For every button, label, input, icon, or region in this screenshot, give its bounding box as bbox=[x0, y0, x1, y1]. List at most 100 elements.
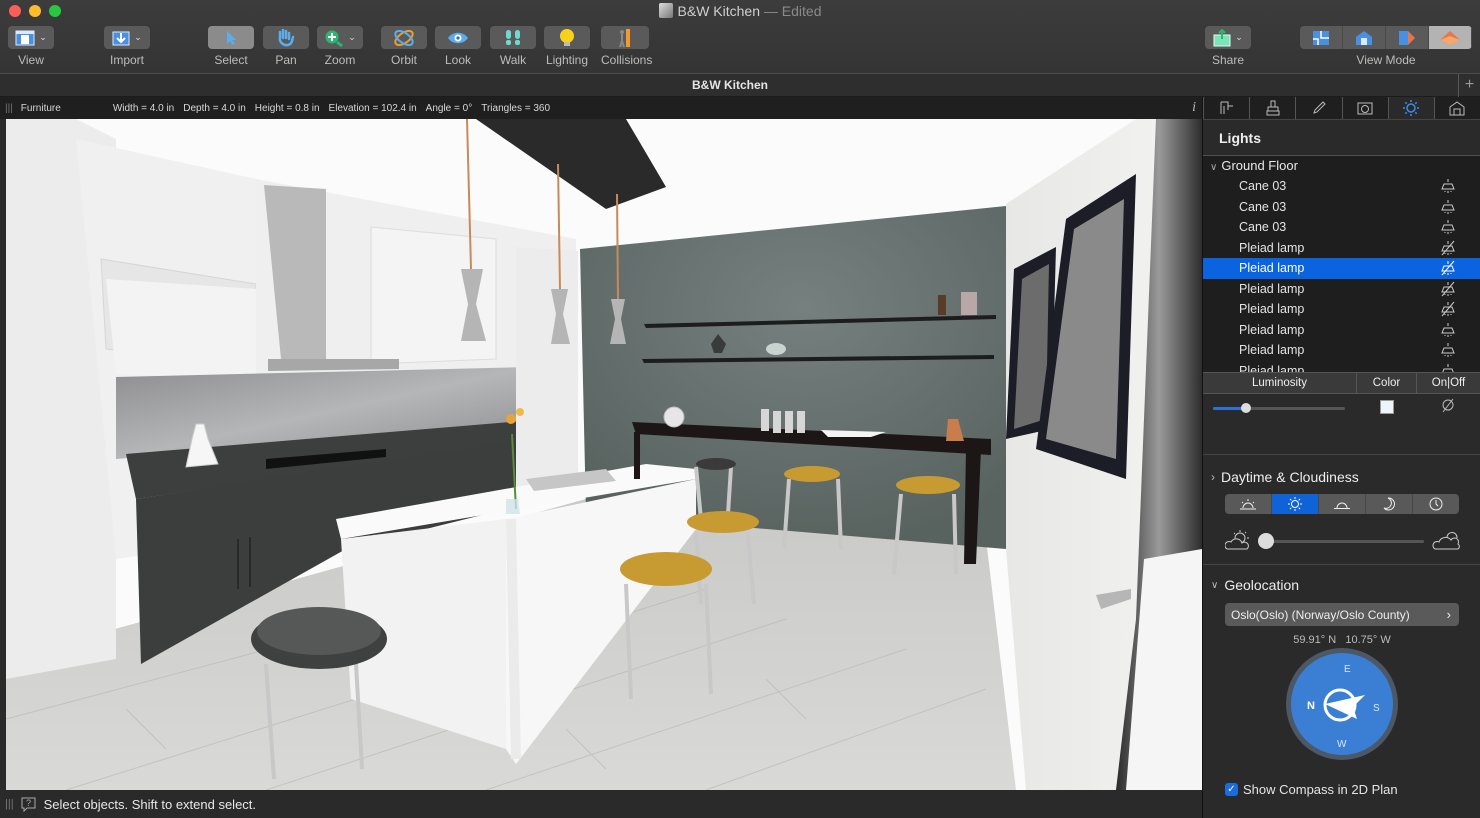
light-name: Pleiad lamp bbox=[1239, 240, 1305, 255]
compass-dial[interactable]: N E S W bbox=[1285, 647, 1399, 761]
zoom-tool-button[interactable]: ⌄ Zoom bbox=[317, 26, 363, 67]
ceiling-lamp-on-icon[interactable] bbox=[1440, 363, 1456, 373]
light-list-item[interactable]: Pleiad lamp bbox=[1203, 279, 1480, 300]
house-icon bbox=[1449, 101, 1465, 116]
share-button[interactable]: ⌄ Share bbox=[1205, 26, 1251, 67]
chevron-down-icon: ⌄ bbox=[39, 32, 47, 42]
select-tool-button[interactable]: Select bbox=[208, 26, 254, 67]
eye-icon bbox=[448, 32, 468, 43]
ceiling-lamp-on-icon[interactable] bbox=[1440, 219, 1456, 235]
inspector-tabs bbox=[1203, 97, 1480, 120]
drag-grip-icon[interactable]: ||| bbox=[5, 103, 13, 114]
ceiling-lamp-on-icon[interactable] bbox=[1440, 342, 1456, 358]
tab-materials[interactable] bbox=[1249, 97, 1295, 119]
walk-tool-button[interactable]: Walk bbox=[490, 26, 536, 67]
tab-furniture[interactable] bbox=[1203, 97, 1249, 119]
lights-tree[interactable]: ∨ Ground Floor Cane 03 Cane 03 Cane 03 Pleia… bbox=[1203, 156, 1480, 372]
view-mode-2d-plan[interactable] bbox=[1300, 26, 1343, 49]
tree-group-ground-floor[interactable]: ∨ Ground Floor bbox=[1203, 156, 1480, 176]
light-color-swatch[interactable] bbox=[1380, 400, 1394, 414]
cloudy-icon bbox=[1432, 531, 1460, 550]
ceiling-lamp-off-icon[interactable] bbox=[1440, 260, 1456, 276]
clock-icon bbox=[1429, 497, 1443, 511]
light-list-item[interactable]: Pleiad lamp bbox=[1203, 299, 1480, 320]
tab-camera[interactable] bbox=[1341, 97, 1388, 119]
view-button[interactable]: ⌄ View bbox=[8, 26, 54, 67]
light-off-icon[interactable] bbox=[1440, 398, 1456, 414]
share-icon bbox=[1213, 28, 1231, 46]
light-name: Pleiad lamp bbox=[1239, 261, 1305, 276]
help-bubble-icon[interactable]: ? bbox=[20, 796, 38, 812]
geolocation-section-toggle[interactable]: ∨ Geolocation bbox=[1211, 577, 1299, 593]
cloudiness-slider-knob[interactable] bbox=[1258, 533, 1274, 549]
compass-east-label: E bbox=[1344, 664, 1351, 675]
light-list-item[interactable]: Pleiad lamp bbox=[1203, 340, 1480, 361]
location-picker-button[interactable]: Oslo(Oslo) (Norway/Oslo County) › bbox=[1225, 603, 1459, 626]
ceiling-lamp-on-icon[interactable] bbox=[1440, 322, 1456, 338]
svg-text:?: ? bbox=[26, 798, 31, 808]
compass-south-label: S bbox=[1373, 703, 1380, 714]
document-icon bbox=[658, 3, 673, 18]
tab-lights[interactable] bbox=[1387, 97, 1434, 119]
view-mode-3d[interactable] bbox=[1429, 26, 1472, 49]
pan-tool-button[interactable]: Pan bbox=[263, 26, 309, 67]
show-compass-checkbox[interactable]: ✓ Show Compass in 2D Plan bbox=[1225, 782, 1398, 797]
sun-icon bbox=[1403, 100, 1420, 116]
partly-sunny-icon bbox=[1225, 530, 1249, 550]
chevron-down-icon: ⌄ bbox=[134, 32, 142, 42]
view-mode-split[interactable] bbox=[1386, 26, 1429, 49]
3d-viewport[interactable] bbox=[6, 119, 1202, 790]
luminosity-slider[interactable] bbox=[1213, 403, 1345, 413]
info-width: Width = 4.0 in bbox=[112, 102, 175, 114]
ceiling-lamp-on-icon[interactable] bbox=[1440, 178, 1456, 194]
tab-building[interactable] bbox=[1433, 97, 1480, 119]
ceiling-lamp-off-icon[interactable] bbox=[1440, 281, 1456, 297]
light-list-item[interactable]: Pleiad lamp bbox=[1203, 258, 1480, 279]
daytime-custom-time[interactable] bbox=[1413, 494, 1459, 514]
split-view-icon bbox=[1399, 30, 1415, 45]
ceiling-lamp-on-icon[interactable] bbox=[1440, 199, 1456, 215]
tab-edit[interactable] bbox=[1295, 97, 1341, 119]
daytime-sunrise[interactable] bbox=[1225, 494, 1272, 514]
ceiling-lamp-off-icon[interactable] bbox=[1440, 240, 1456, 256]
light-list-item[interactable]: Pleiad lamp bbox=[1203, 238, 1480, 259]
light-list-item[interactable]: Cane 03 bbox=[1203, 197, 1480, 218]
look-tool-button[interactable]: Look bbox=[435, 26, 481, 67]
sun-icon bbox=[1288, 497, 1302, 511]
lighting-tool-button[interactable]: Lighting bbox=[544, 26, 590, 67]
status-bar: ||| ? Select objects. Shift to extend se… bbox=[0, 790, 1202, 818]
view-mode-elevation[interactable] bbox=[1343, 26, 1386, 49]
window-titlebar: B&W Kitchen — Edited ⌄ View ⌄ Import Sel… bbox=[0, 0, 1480, 73]
import-button[interactable]: ⌄ Import bbox=[104, 26, 150, 67]
cursor-arrow-icon bbox=[227, 30, 236, 45]
info-triangles: Triangles = 360 bbox=[481, 102, 551, 114]
daytime-night[interactable] bbox=[1366, 494, 1413, 514]
daytime-section-toggle[interactable]: › Daytime & Cloudiness bbox=[1211, 469, 1359, 485]
light-name: Pleiad lamp bbox=[1239, 281, 1305, 296]
chevron-right-icon: › bbox=[1211, 470, 1215, 484]
light-list-item[interactable]: Cane 03 bbox=[1203, 217, 1480, 238]
cloudiness-slider[interactable] bbox=[1258, 533, 1424, 549]
ceiling-lamp-off-icon[interactable] bbox=[1440, 301, 1456, 317]
chevron-right-icon: › bbox=[1446, 607, 1451, 622]
daytime-mode-segmented-control bbox=[1225, 494, 1459, 514]
footprints-icon bbox=[506, 29, 520, 45]
hand-icon bbox=[278, 28, 295, 46]
checkmark-icon: ✓ bbox=[1225, 783, 1238, 796]
orbit-tool-button[interactable]: Orbit bbox=[381, 26, 427, 67]
luminosity-slider-knob[interactable] bbox=[1241, 403, 1251, 413]
collisions-toggle-button[interactable]: Collisions bbox=[601, 26, 652, 67]
column-luminosity: Luminosity bbox=[1203, 373, 1357, 393]
add-tab-button[interactable]: + bbox=[1458, 74, 1480, 97]
sunrise-icon bbox=[1240, 499, 1256, 510]
document-tab[interactable]: B&W Kitchen bbox=[0, 78, 1460, 92]
daytime-sunset[interactable] bbox=[1319, 494, 1366, 514]
collision-wall-icon bbox=[619, 28, 630, 47]
daytime-day[interactable] bbox=[1272, 494, 1319, 514]
drag-grip-icon[interactable]: ||| bbox=[5, 798, 14, 810]
light-list-item[interactable]: Cane 03 bbox=[1203, 176, 1480, 197]
light-list-item[interactable]: Pleiad lamp bbox=[1203, 361, 1480, 373]
info-icon[interactable]: i bbox=[1192, 100, 1196, 116]
chevron-down-icon: ∨ bbox=[1211, 579, 1219, 591]
light-list-item[interactable]: Pleiad lamp bbox=[1203, 320, 1480, 341]
